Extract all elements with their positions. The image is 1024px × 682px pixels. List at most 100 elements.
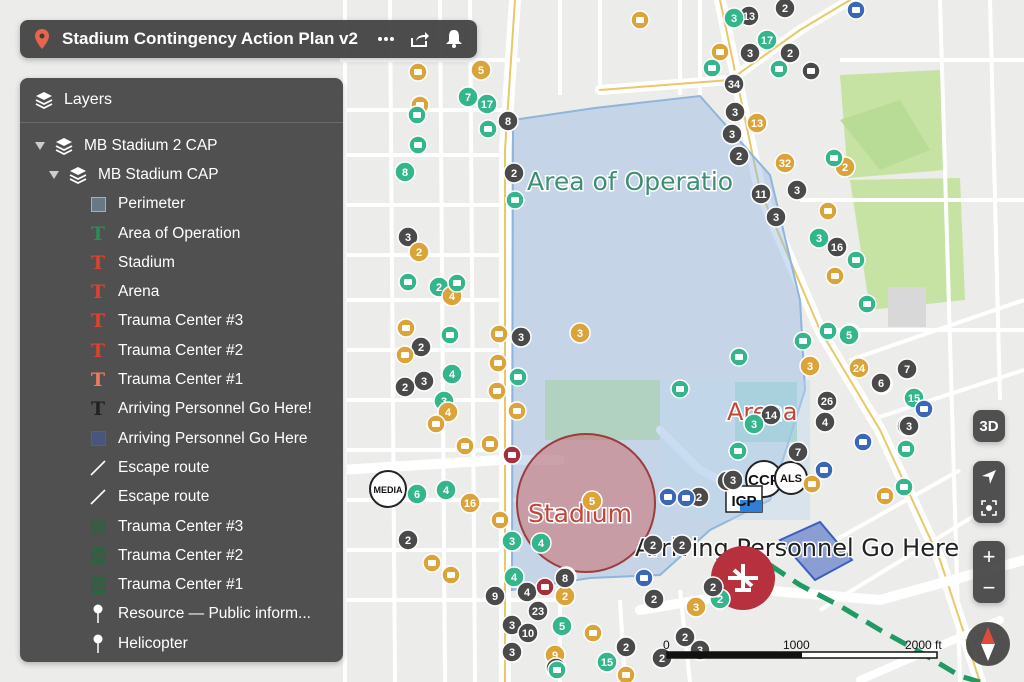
navigation-arrow-icon[interactable] (981, 461, 997, 492)
layer-row[interactable]: T Stadium (20, 248, 343, 277)
resource-marker-count: 2 (696, 492, 702, 504)
resource-marker-count: 3 (577, 328, 583, 340)
resource-glyph (514, 374, 522, 380)
resource-marker-count: 5 (559, 621, 565, 633)
media-marker[interactable]: MEDIA (369, 470, 407, 508)
resource-glyph (852, 7, 860, 13)
zoom-out-button[interactable]: − (973, 572, 1005, 603)
resource-marker-count: 4 (822, 417, 829, 429)
more-dots-icon[interactable] (369, 20, 403, 58)
layer-label: Perimeter (118, 195, 186, 213)
resource-marker-count: 2 (402, 382, 408, 394)
resource-glyph (831, 273, 839, 279)
resource-glyph (676, 386, 684, 392)
resource-glyph (708, 65, 716, 71)
resource-glyph (494, 360, 502, 366)
resource-glyph (799, 338, 807, 344)
layer-row[interactable]: Arriving Personnel Go Here (20, 424, 343, 453)
layer-row[interactable]: Trauma Center #1 (20, 570, 343, 599)
resource-glyph (446, 332, 454, 338)
layer-label: Trauma Center #1 (118, 576, 244, 594)
resource-marker-count: 8 (402, 167, 408, 179)
layer-row[interactable]: T Trauma Center #3 (20, 307, 343, 336)
resource-marker-count: 24 (853, 363, 866, 375)
resource-marker-count: 3 (794, 185, 800, 197)
resource-marker-count: 3 (729, 129, 735, 141)
layer-row[interactable]: Trauma Center #2 (20, 541, 343, 570)
resource-glyph (664, 494, 672, 500)
caret-down-icon[interactable] (48, 170, 60, 179)
resource-marker-count: 4 (445, 407, 452, 419)
text-layer-icon: T (90, 222, 106, 245)
resource-marker-count: 2 (511, 168, 517, 180)
layers-panel: Layers MB Stadium 2 CAP MB Stadium CAP Per… (20, 78, 343, 662)
share-icon[interactable] (403, 20, 437, 58)
resource-marker-count: 7 (465, 92, 471, 104)
resource-glyph (508, 452, 516, 458)
resource-marker-count: 4 (443, 485, 450, 497)
layer-row[interactable]: T Arriving Personnel Go Here! (20, 395, 343, 424)
layer-row[interactable]: T Area of Operation (20, 219, 343, 248)
layer-row[interactable]: MB Stadium 2 CAP (20, 131, 343, 160)
svg-text:ICP: ICP (731, 493, 756, 510)
layer-label: Trauma Center #2 (118, 341, 244, 359)
resource-marker-count: 4 (538, 538, 545, 550)
resource-marker-count: 2 (405, 535, 411, 547)
resource-marker-count: 3 (509, 647, 515, 659)
layer-row[interactable]: Helicopter (20, 629, 343, 658)
resource-glyph (859, 439, 867, 445)
layer-label: Arriving Personnel Go Here (118, 429, 308, 447)
resource-marker-count: 2 (436, 282, 442, 294)
resource-marker-count: 16 (464, 498, 476, 510)
zoom-controls: + − (973, 541, 1005, 603)
resource-marker-count: 11 (755, 189, 767, 201)
resource-marker-count: 5 (589, 496, 595, 508)
toggle-3d-button[interactable]: 3D (973, 410, 1005, 442)
layer-label: MB Stadium CAP (98, 165, 219, 183)
resource-marker-count: 3 (773, 212, 779, 224)
resource-marker-count: 2 (787, 48, 793, 60)
location-controls (973, 461, 1005, 523)
resource-glyph (484, 126, 492, 132)
layer-label: Resource — Public inform... (118, 605, 311, 623)
resource-glyph (404, 279, 412, 285)
layer-row[interactable]: Resource — Public inform... (20, 600, 343, 629)
resource-glyph (447, 572, 455, 578)
bell-icon[interactable] (437, 20, 471, 58)
als-marker[interactable]: ALS (774, 461, 808, 495)
resource-marker-count: 3 (518, 332, 524, 344)
layer-label: Trauma Center #1 (118, 371, 244, 389)
resource-glyph (820, 467, 828, 473)
zoom-in-button[interactable]: + (973, 541, 1005, 572)
resource-marker-count: 10 (522, 628, 534, 640)
layer-row[interactable]: T Trauma Center #2 (20, 336, 343, 365)
layer-row[interactable]: Perimeter (20, 190, 343, 219)
resource-marker-count: 2 (418, 342, 424, 354)
resource-marker-count: 9 (492, 591, 498, 603)
text-layer-icon: T (90, 281, 106, 304)
layers-panel-header: Layers (20, 78, 343, 123)
focus-frame-icon[interactable] (981, 492, 997, 523)
layer-row[interactable]: T Trauma Center #1 (20, 365, 343, 394)
layer-row[interactable]: T Arena (20, 277, 343, 306)
resource-marker-count: 2 (562, 591, 568, 603)
resource-glyph (493, 388, 501, 394)
resource-marker-count: 2 (782, 3, 788, 15)
compass-icon[interactable] (966, 622, 1010, 666)
resource-glyph (402, 325, 410, 331)
resource-marker-count: 34 (728, 79, 741, 91)
resource-glyph (824, 328, 832, 334)
layer-row[interactable]: MB Stadium CAP (20, 160, 343, 189)
polygon-swatch-icon (86, 575, 110, 595)
resource-glyph (428, 560, 436, 566)
layer-row[interactable]: Escape route (20, 453, 343, 482)
caret-down-icon[interactable] (34, 141, 46, 150)
resource-glyph (413, 112, 421, 118)
resource-glyph (622, 672, 630, 678)
resource-marker-count: 3 (816, 233, 822, 245)
resource-glyph (920, 406, 928, 412)
resource-marker-count: 4 (449, 291, 456, 303)
layer-row[interactable]: Escape route (20, 483, 343, 512)
layer-row[interactable]: Trauma Center #3 (20, 512, 343, 541)
layers-stack-icon (52, 136, 76, 156)
